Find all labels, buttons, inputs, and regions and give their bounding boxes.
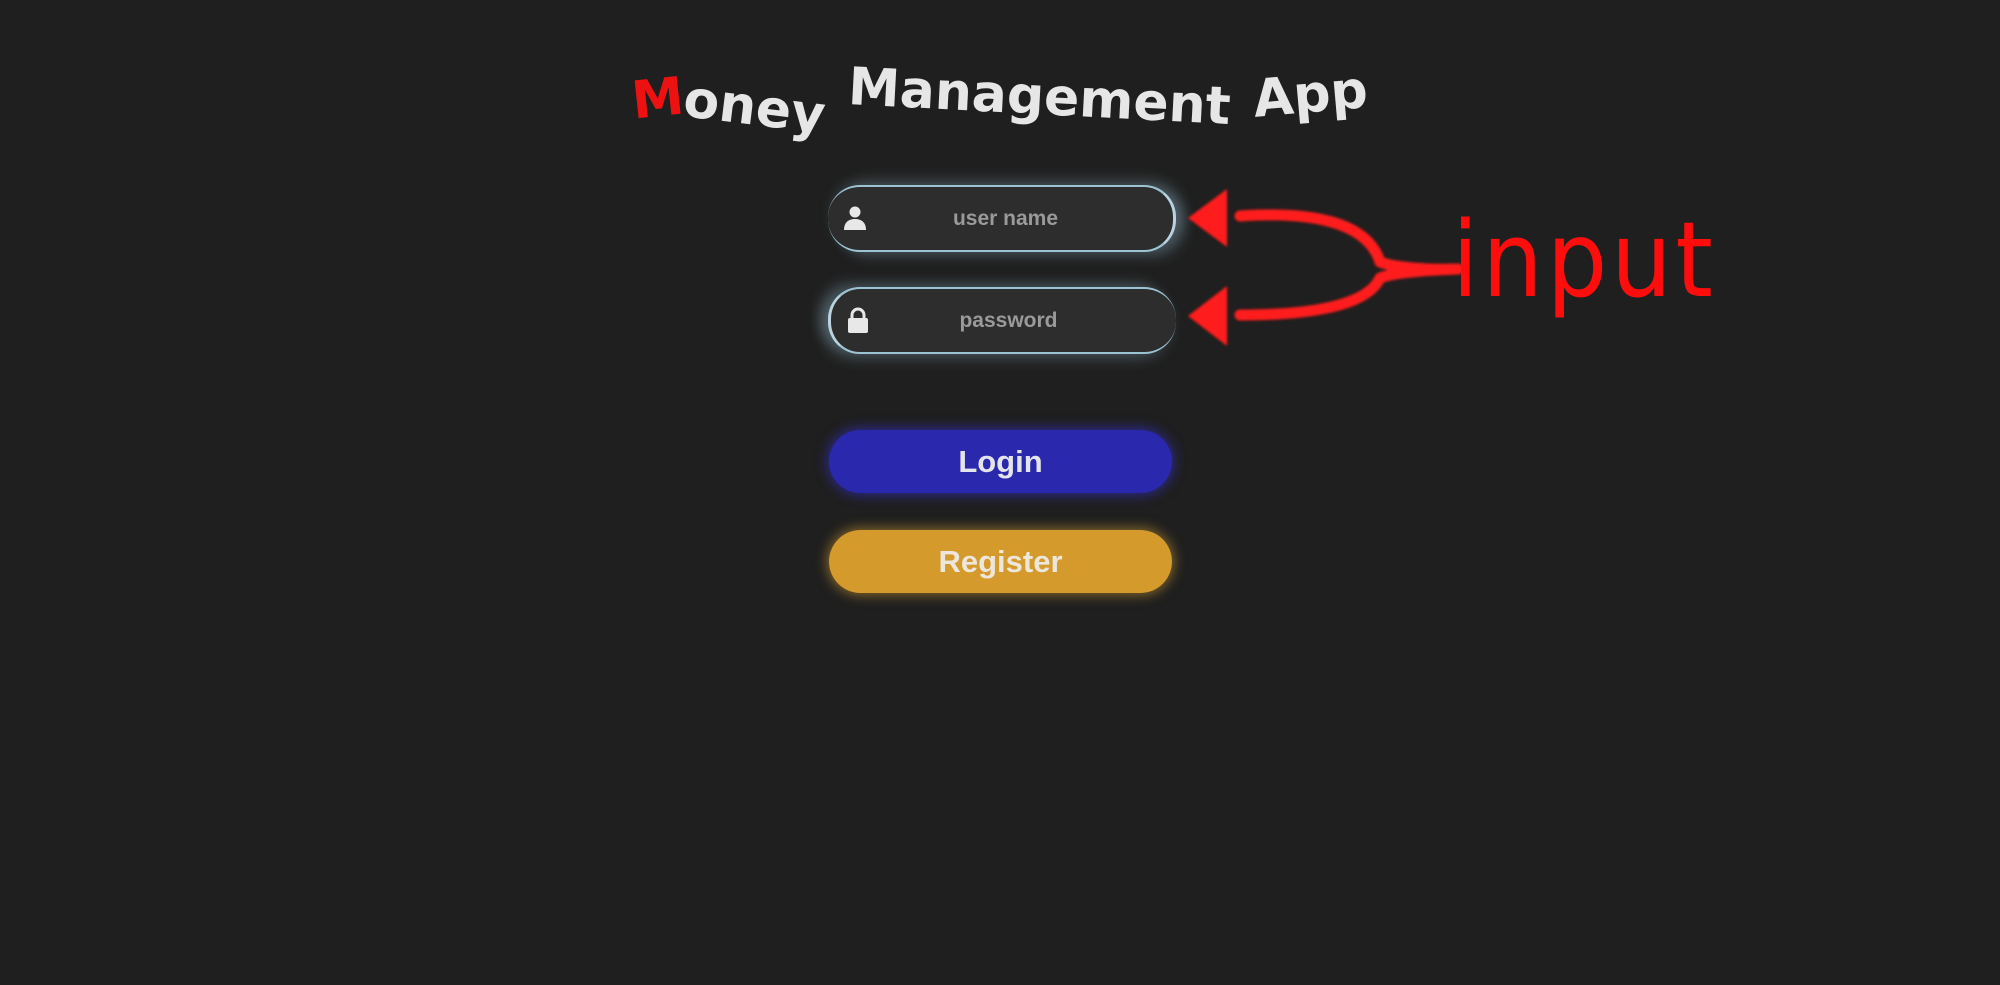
lock-icon xyxy=(844,306,872,334)
username-field[interactable] xyxy=(828,185,1176,252)
annotation-label: input xyxy=(1452,199,1717,321)
login-button[interactable]: Login xyxy=(829,430,1172,493)
title-word: Management xyxy=(846,57,1233,137)
password-field[interactable] xyxy=(828,287,1176,354)
user-icon xyxy=(841,204,869,232)
password-input[interactable] xyxy=(871,289,1146,352)
page-title: Money Management App xyxy=(0,57,2000,146)
title-word: App xyxy=(1250,60,1370,130)
annotation-arrows xyxy=(1188,189,1464,346)
title-word: oney xyxy=(680,69,829,147)
register-button[interactable]: Register xyxy=(829,530,1172,593)
username-input[interactable] xyxy=(868,187,1143,250)
title-first-letter: M xyxy=(629,66,688,132)
